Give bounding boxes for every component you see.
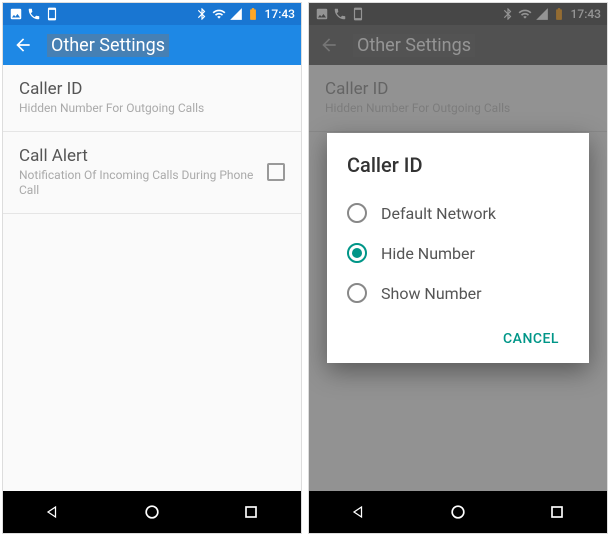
phone-screen-right: 17:43 Other Settings Caller ID Hidden Nu… — [308, 2, 608, 534]
nav-recent-icon[interactable] — [547, 502, 567, 522]
radio-icon — [347, 283, 367, 303]
setting-subtitle: Notification Of Incoming Calls During Ph… — [19, 168, 255, 199]
setting-title: Caller ID — [19, 79, 285, 99]
nav-home-icon[interactable] — [448, 502, 468, 522]
radio-label: Default Network — [381, 204, 496, 223]
battery-icon — [246, 7, 260, 21]
clock: 17:43 — [265, 7, 295, 21]
navigation-bar — [3, 491, 301, 533]
dialog-title: Caller ID — [347, 153, 569, 177]
cancel-button[interactable]: CANCEL — [493, 323, 569, 355]
caller-id-dialog: Caller ID Default Network Hide Number Sh… — [327, 133, 589, 363]
navigation-bar — [309, 491, 607, 533]
phone-icon — [27, 7, 41, 21]
radio-hide-number[interactable]: Hide Number — [347, 233, 569, 273]
radio-icon — [347, 203, 367, 223]
image-icon — [9, 7, 23, 21]
radio-label: Hide Number — [381, 244, 475, 263]
wifi-icon — [212, 7, 226, 21]
setting-caller-id[interactable]: Caller ID Hidden Number For Outgoing Cal… — [3, 65, 301, 132]
device-icon — [45, 7, 59, 21]
settings-list: Caller ID Hidden Number For Outgoing Cal… — [3, 65, 301, 214]
radio-label: Show Number — [381, 284, 482, 303]
nav-back-icon[interactable] — [43, 502, 63, 522]
nav-back-icon[interactable] — [349, 502, 369, 522]
checkbox[interactable] — [267, 163, 285, 181]
app-bar: Other Settings — [3, 25, 301, 65]
back-arrow-icon[interactable] — [13, 35, 33, 55]
radio-icon-selected — [347, 243, 367, 263]
nav-home-icon[interactable] — [142, 502, 162, 522]
radio-default-network[interactable]: Default Network — [347, 193, 569, 233]
status-bar: 17:43 — [3, 3, 301, 25]
bluetooth-icon — [195, 7, 209, 21]
radio-show-number[interactable]: Show Number — [347, 273, 569, 313]
nav-recent-icon[interactable] — [241, 502, 261, 522]
setting-call-alert[interactable]: Call Alert Notification Of Incoming Call… — [3, 132, 301, 214]
phone-screen-left: 17:43 Other Settings Caller ID Hidden Nu… — [2, 2, 302, 534]
setting-subtitle: Hidden Number For Outgoing Calls — [19, 101, 285, 117]
setting-title: Call Alert — [19, 146, 255, 166]
signal-icon — [229, 7, 243, 21]
page-title: Other Settings — [47, 34, 169, 57]
